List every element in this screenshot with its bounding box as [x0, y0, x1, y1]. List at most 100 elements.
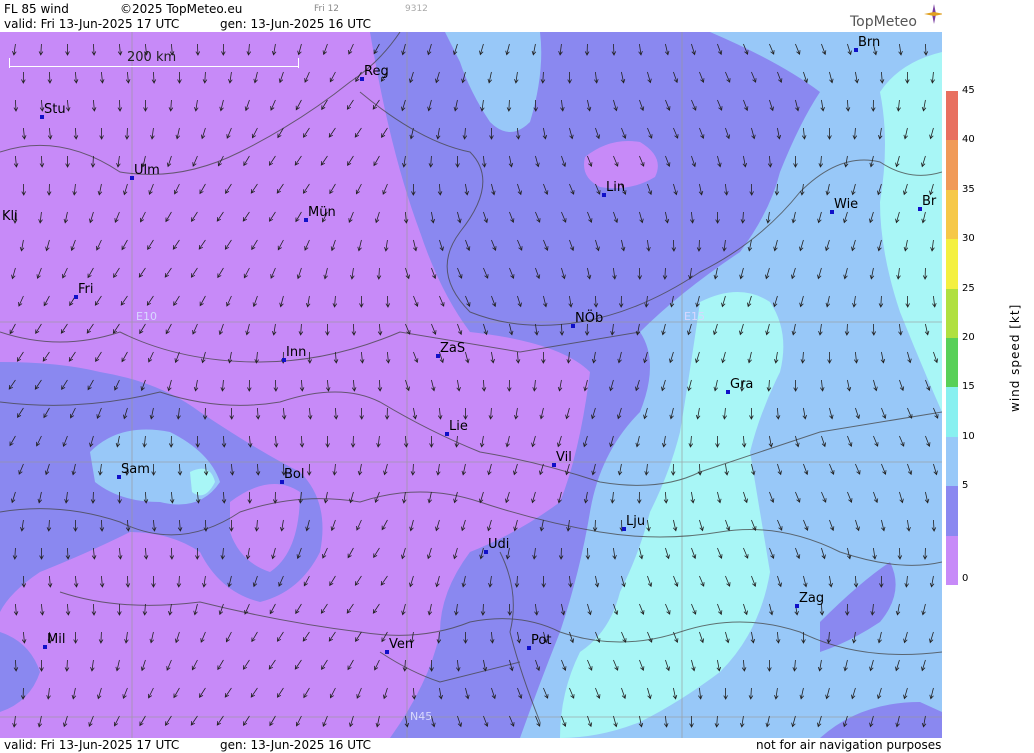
wind-arrow: [73, 127, 79, 140]
wind-arrow: [349, 491, 354, 504]
city-label: Sam: [121, 462, 150, 477]
city-stu[interactable]: Stu: [40, 102, 66, 119]
wind-arrow: [437, 407, 443, 420]
wind-arrow: [276, 183, 284, 194]
wind-arrow: [37, 491, 43, 504]
wind-arrow: [646, 239, 651, 252]
wind-arrow: [427, 603, 433, 616]
wind-arrow: [381, 631, 388, 643]
wind-arrow: [792, 659, 798, 672]
wind-arrow: [139, 211, 146, 223]
wind-arrow: [488, 407, 494, 420]
wind-arrow: [617, 407, 622, 420]
city-gra[interactable]: Gra: [726, 377, 753, 394]
wind-arrow: [591, 407, 596, 420]
wind-arrow: [381, 519, 388, 531]
wind-arrow: [508, 155, 514, 168]
wind-arrow: [930, 71, 935, 84]
wind-arrow: [147, 687, 154, 699]
wind-arrow: [929, 183, 934, 196]
city-zag[interactable]: Zag: [795, 591, 824, 608]
city-lin[interactable]: Lin: [602, 180, 625, 197]
city-mil[interactable]: Mil: [43, 632, 65, 649]
wind-arrow: [350, 435, 356, 448]
wind-arrow: [773, 351, 779, 364]
wind-arrow: [113, 715, 120, 727]
wind-arrow: [304, 71, 310, 83]
wind-arrow: [408, 71, 414, 84]
wind-arrow: [62, 715, 68, 728]
wind-arrow: [769, 491, 775, 504]
city-vil[interactable]: Vil: [552, 450, 572, 467]
wind-arrow: [199, 183, 206, 195]
city-bra[interactable]: Br: [918, 194, 936, 211]
wind-arrow: [517, 183, 522, 196]
wind-arrow: [242, 659, 250, 670]
wind-arrows: [8, 43, 939, 728]
wind-arrow: [250, 183, 258, 194]
wind-arrow: [271, 323, 277, 336]
city-sam[interactable]: Sam: [117, 462, 150, 479]
wind-arrow: [725, 631, 730, 644]
wind-arrow: [509, 659, 514, 672]
wind-arrow: [611, 43, 617, 56]
wind-arrow: [773, 239, 778, 252]
wind-arrow: [665, 155, 671, 168]
city-bol[interactable]: Bol: [280, 467, 304, 484]
city-lju[interactable]: Lju: [622, 514, 645, 531]
wind-arrow: [775, 407, 781, 420]
wind-arrow: [747, 351, 752, 364]
wind-arrow: [96, 407, 102, 419]
wind-arrow: [535, 155, 540, 168]
wind-arrow: [541, 351, 546, 364]
wind-arrow: [843, 659, 848, 672]
city-nob[interactable]: NÖb: [571, 311, 603, 328]
wind-arrow: [613, 715, 618, 728]
wind-arrow: [65, 603, 71, 616]
wind-arrow: [825, 687, 830, 700]
wind-arrow: [332, 463, 337, 476]
wind-arrow: [244, 603, 250, 615]
city-brn[interactable]: Brn: [854, 35, 880, 52]
wind-arrow: [824, 239, 830, 252]
wind-map[interactable]: 200 km E10 E15 N45 Stu Ulm Kli Mün Fri R…: [0, 32, 942, 738]
city-wie[interactable]: Wie: [830, 197, 858, 214]
wind-arrow: [47, 575, 53, 588]
wind-arrow: [18, 295, 24, 307]
city-kli[interactable]: Kli: [2, 209, 18, 224]
wind-arrow: [533, 99, 538, 112]
legend-tick-label: 30: [962, 233, 975, 245]
city-inn[interactable]: Inn: [282, 345, 306, 362]
city-pot[interactable]: Pot: [527, 633, 551, 650]
city-marker: [282, 358, 286, 362]
wind-arrow: [409, 127, 414, 140]
wind-arrow: [567, 71, 572, 84]
wind-arrow: [117, 491, 122, 504]
legend-tick-label: 35: [962, 183, 975, 195]
city-mun[interactable]: Mün: [304, 205, 336, 222]
wind-arrow: [146, 295, 154, 306]
city-label: Kli: [2, 209, 18, 224]
wind-arrow: [896, 267, 901, 280]
wind-arrow: [531, 435, 536, 448]
city-fri[interactable]: Fri: [74, 282, 94, 299]
city-reg[interactable]: Reg: [360, 64, 389, 81]
city-udi[interactable]: Udi: [484, 537, 509, 554]
wind-arrow: [800, 351, 806, 364]
city-ven[interactable]: Ven: [385, 637, 413, 654]
wind-arrow: [634, 379, 640, 392]
legend-segment: [946, 140, 958, 190]
wind-arrow: [97, 183, 103, 196]
wind-arrow: [843, 155, 849, 168]
wind-arrow: [305, 295, 311, 308]
city-ulm[interactable]: Ulm: [130, 163, 160, 180]
city-lie[interactable]: Lie: [445, 419, 468, 436]
wind-arrow: [218, 323, 224, 336]
wind-arrow: [513, 407, 519, 420]
wind-arrow: [569, 127, 574, 140]
wind-arrow: [151, 71, 157, 84]
wind-arrow: [765, 323, 770, 336]
city-zas[interactable]: ZaS: [436, 341, 465, 358]
wind-arrow: [251, 239, 258, 251]
wind-arrow: [20, 687, 26, 700]
